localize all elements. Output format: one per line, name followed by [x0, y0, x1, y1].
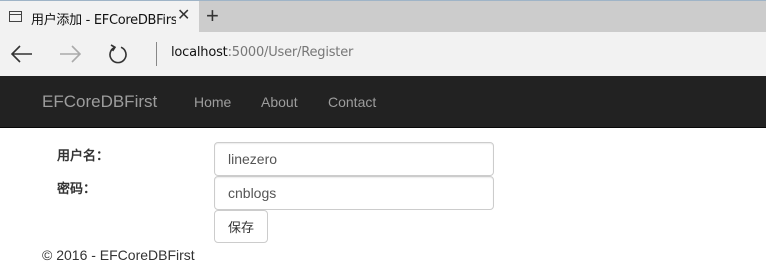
nav-link-home[interactable]: Home — [194, 94, 231, 110]
url-host: localhost — [171, 45, 228, 60]
save-button[interactable]: 保存 — [214, 210, 268, 243]
site-navbar: EFCoreDBFirst Home About Contact — [0, 76, 766, 128]
back-arrow-icon — [11, 45, 32, 63]
brand-link[interactable]: EFCoreDBFirst — [42, 92, 157, 112]
password-label: 密码： — [57, 182, 97, 197]
url-path: :5000/User/Register — [227, 45, 354, 60]
username-field[interactable]: linezero — [214, 142, 494, 176]
password-field[interactable]: cnblogs — [214, 176, 494, 210]
browser-tab-strip: 用户添加 - EFCoreDBFirst ✕ + — [0, 0, 766, 33]
nav-link-about[interactable]: About — [261, 94, 298, 110]
close-tab-icon[interactable]: ✕ — [177, 8, 190, 24]
refresh-button[interactable] — [104, 40, 132, 68]
nav-link-contact[interactable]: Contact — [328, 94, 376, 110]
browser-tab[interactable]: 用户添加 - EFCoreDBFirst ✕ — [0, 1, 199, 33]
address-separator — [156, 42, 157, 66]
footer-text: © 2016 - EFCoreDBFirst — [42, 247, 195, 263]
page-icon — [9, 11, 22, 22]
address-bar[interactable]: localhost:5000/User/Register — [171, 45, 353, 60]
forward-button[interactable] — [56, 40, 84, 68]
browser-toolbar: localhost:5000/User/Register — [0, 32, 766, 76]
tab-title: 用户添加 - EFCoreDBFirst — [31, 13, 176, 28]
back-button[interactable] — [8, 40, 36, 68]
refresh-icon — [109, 44, 127, 64]
username-label: 用户名： — [57, 149, 110, 164]
new-tab-icon[interactable]: + — [206, 5, 219, 27]
forward-arrow-icon — [60, 45, 81, 63]
